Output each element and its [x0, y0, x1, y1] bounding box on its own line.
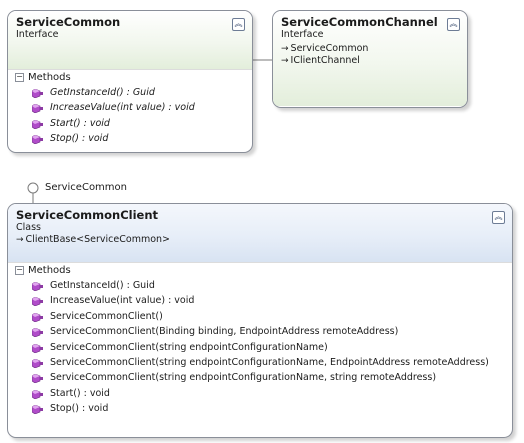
lollipop-circle	[27, 182, 39, 194]
service-common-client-box[interactable]: ServiceCommonClient Class → ClientBase<Se…	[7, 203, 513, 438]
service-common-channel-kind: Interface	[281, 29, 324, 40]
method-icon	[31, 134, 43, 145]
method-label: ServiceCommonClient(string endpointConfi…	[50, 356, 489, 368]
method-list: GetInstanceId() : Guid IncreaseValue(int …	[8, 278, 512, 417]
service-common-channel-title: ServiceCommonChannel	[281, 15, 438, 29]
collapse-icon[interactable]: ︽	[492, 211, 505, 224]
method-item[interactable]: ServiceCommonClient(string endpointConfi…	[8, 355, 512, 370]
method-item[interactable]: Start() : void	[8, 386, 512, 401]
collapse-icon[interactable]: ︽	[232, 18, 245, 31]
methods-section-header[interactable]: − Methods	[8, 70, 252, 85]
method-icon	[31, 119, 43, 130]
method-item[interactable]: Start() : void	[8, 116, 252, 131]
inherits-item: → IClientChannel	[281, 55, 360, 66]
service-common-channel-box[interactable]: ServiceCommonChannel Interface → ServiceC…	[272, 10, 468, 108]
minus-icon[interactable]: −	[15, 266, 24, 275]
method-label: Stop() : void	[50, 403, 109, 415]
collapse-icon[interactable]: ︽	[447, 18, 460, 31]
method-label: ServiceCommonClient(string endpointConfi…	[50, 372, 437, 384]
method-icon	[31, 327, 43, 338]
method-label: IncreaseValue(int value) : void	[50, 295, 195, 307]
method-icon	[31, 312, 43, 323]
service-common-client-header: ServiceCommonClient Class → ClientBase<Se…	[8, 204, 512, 262]
method-icon	[31, 404, 43, 415]
method-icon	[31, 343, 43, 353]
method-label: Start() : void	[50, 117, 110, 129]
inherit-arrow-icon: →	[281, 56, 289, 66]
inherit-arrow-icon: →	[16, 235, 24, 245]
service-common-kind: Interface	[16, 29, 59, 40]
inherits-item: → ServiceCommon	[281, 43, 369, 54]
method-item[interactable]: ServiceCommonClient(string endpointConfi…	[8, 340, 512, 355]
method-label: Start() : void	[50, 387, 110, 399]
method-list: GetInstanceId() : Guid IncreaseValue(int …	[8, 85, 252, 147]
method-label: IncreaseValue(int value) : void	[50, 102, 195, 114]
method-item[interactable]: GetInstanceId() : Guid	[8, 278, 512, 293]
base-class-item: → ClientBase<ServiceCommon>	[16, 234, 170, 245]
method-icon	[31, 281, 43, 292]
method-label: GetInstanceId() : Guid	[50, 87, 155, 98]
method-icon	[31, 88, 43, 99]
method-item[interactable]: IncreaseValue(int value) : void	[8, 293, 512, 308]
method-icon	[31, 296, 43, 307]
method-label: GetInstanceId() : Guid	[50, 280, 155, 291]
method-item[interactable]: GetInstanceId() : Guid	[8, 85, 252, 100]
service-common-header: ServiceCommon Interface ︽	[8, 11, 252, 69]
method-label: ServiceCommonClient()	[50, 310, 163, 322]
minus-icon[interactable]: −	[15, 73, 24, 82]
method-icon	[31, 373, 43, 384]
service-common-client-title: ServiceCommonClient	[16, 208, 159, 222]
method-label: ServiceCommonClient(Binding binding, End…	[50, 326, 399, 338]
service-common-client-kind: Class	[16, 222, 41, 233]
service-common-box[interactable]: ServiceCommon Interface ︽ − Methods GetI…	[7, 10, 253, 153]
service-common-channel-header: ServiceCommonChannel Interface → ServiceC…	[273, 11, 467, 106]
method-item[interactable]: ServiceCommonClient(string endpointConfi…	[8, 370, 512, 385]
methods-section-header[interactable]: − Methods	[8, 263, 512, 278]
method-item[interactable]: ServiceCommonClient()	[8, 309, 512, 324]
method-label: ServiceCommonClient(string endpointConfi…	[50, 341, 328, 353]
inherit-arrow-icon: →	[281, 44, 289, 54]
method-icon	[31, 103, 43, 114]
method-item[interactable]: ServiceCommonClient(Binding binding, End…	[8, 324, 512, 339]
lollipop-label: ServiceCommon	[45, 182, 127, 193]
method-icon	[31, 389, 43, 400]
method-label: Stop() : void	[50, 133, 109, 145]
method-icon	[31, 358, 43, 369]
method-item[interactable]: IncreaseValue(int value) : void	[8, 100, 252, 115]
method-item[interactable]: Stop() : void	[8, 401, 512, 416]
service-common-title: ServiceCommon	[16, 15, 121, 29]
method-item[interactable]: Stop() : void	[8, 131, 252, 146]
